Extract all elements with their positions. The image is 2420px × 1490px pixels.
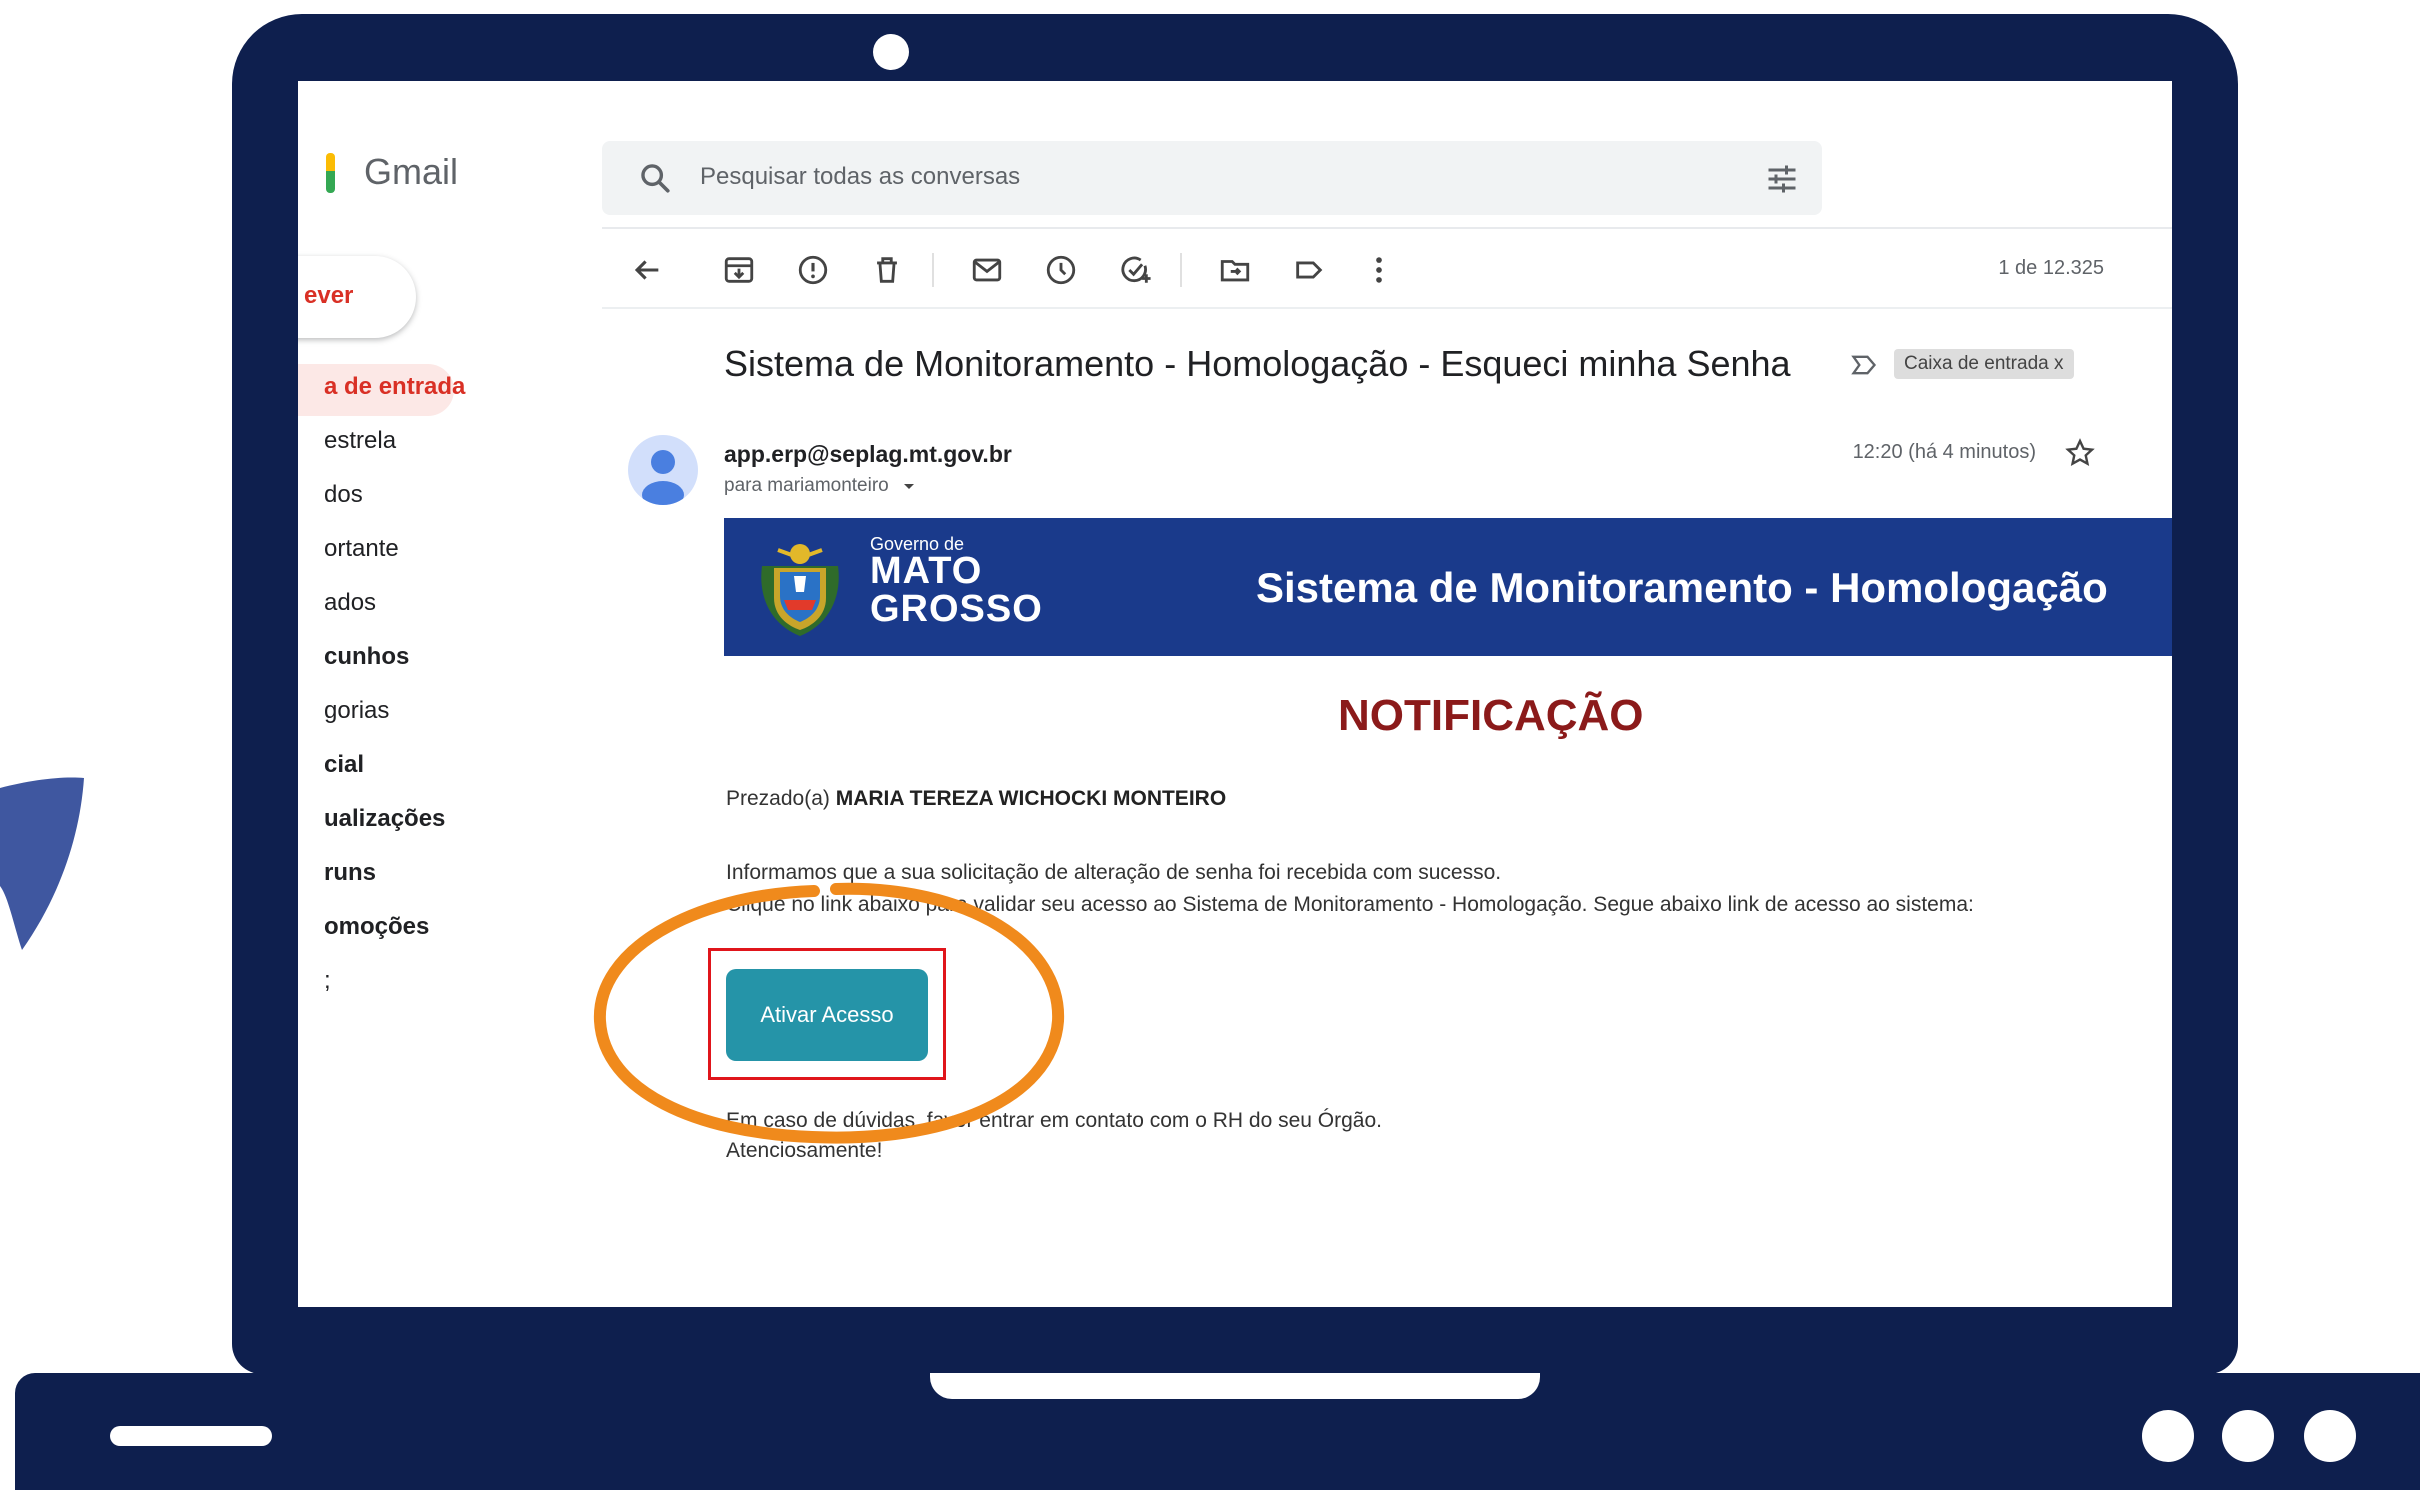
add-task-icon[interactable] — [1118, 253, 1152, 287]
sidebar-item-sent[interactable]: ados — [324, 589, 376, 617]
label-chip-text: Caixa de entrada — [1904, 353, 2049, 374]
archive-icon[interactable] — [722, 253, 756, 287]
orange-highlight-circle — [593, 882, 1065, 1144]
sender-avatar — [628, 435, 698, 505]
move-to-icon[interactable] — [1218, 253, 1252, 287]
search-placeholder[interactable]: Pesquisar todas as conversas — [700, 163, 1020, 191]
label-chip-close-icon[interactable]: x — [2054, 353, 2064, 374]
laptop-base-bar — [110, 1426, 272, 1446]
compose-label: ever — [304, 282, 354, 309]
laptop-camera — [873, 34, 909, 70]
report-spam-icon[interactable] — [796, 253, 830, 287]
laptop-dot — [2304, 1410, 2356, 1462]
greeting-line: Prezado(a) MARIA TEREZA WICHOCKI MONTEIR… — [726, 787, 1226, 811]
header-divider — [602, 227, 2172, 229]
importance-marker-icon[interactable] — [1850, 351, 1878, 379]
greeting-prefix: Prezado(a) — [726, 787, 830, 810]
dropdown-caret-icon[interactable] — [902, 481, 916, 491]
toolbar-divider — [602, 307, 2172, 309]
toolbar-separator — [1180, 253, 1182, 287]
sidebar-item-promotions[interactable]: omoções — [324, 913, 429, 941]
gmail-logo-icon — [326, 153, 335, 193]
sidebar-item-inbox[interactable]: a de entrada — [324, 373, 465, 401]
banner-state-line1: MATO — [870, 550, 983, 592]
mato-grosso-coat-of-arms-icon — [761, 544, 839, 636]
greeting-recipient-name: MARIA TEREZA WICHOCKI MONTEIRO — [835, 787, 1227, 810]
email-subject: Sistema de Monitoramento - Homologação -… — [724, 343, 1791, 384]
email-banner: Governo de MATO GROSSO Sistema de Monito… — [724, 518, 2172, 656]
mark-unread-icon[interactable] — [970, 253, 1004, 287]
decorative-shape — [0, 777, 84, 950]
recipient-line[interactable]: para mariamonteiro — [724, 475, 916, 497]
notification-heading: NOTIFICAÇÃO — [1338, 691, 1644, 740]
banner-state-line2: GROSSO — [870, 588, 1043, 630]
sidebar-item-updates[interactable]: ualizações — [324, 805, 445, 833]
tune-icon[interactable] — [1764, 161, 1800, 197]
sidebar-item-starred[interactable]: estrela — [324, 427, 396, 455]
sidebar-item-categories[interactable]: gorias — [324, 697, 389, 725]
compose-button[interactable]: ever — [298, 256, 416, 338]
recipient-text: para mariamonteiro — [724, 475, 889, 496]
laptop-hinge-notch — [930, 1373, 1540, 1399]
banner-system-title: Sistema de Monitoramento - Homologação — [1256, 564, 2108, 611]
search-input[interactable]: Pesquisar todas as conversas — [602, 141, 1822, 215]
back-icon[interactable] — [630, 253, 664, 287]
sidebar-item-drafts[interactable]: cunhos — [324, 643, 409, 671]
email-timestamp: 12:20 (há 4 minutos) — [1852, 441, 2036, 463]
laptop-screen: Gmail Pesquisar todas as conversas ever … — [298, 81, 2172, 1307]
person-icon — [642, 450, 684, 505]
inbox-label-chip[interactable]: Caixa de entrada x — [1894, 349, 2074, 379]
laptop-dot — [2142, 1410, 2194, 1462]
sidebar-item-forums[interactable]: runs — [324, 859, 376, 887]
sidebar-item-more[interactable]: ; — [324, 967, 331, 995]
star-icon[interactable] — [2064, 437, 2096, 469]
sidebar-item-social[interactable]: cial — [324, 751, 364, 779]
delete-icon[interactable] — [870, 253, 904, 287]
sender-address: app.erp@seplag.mt.gov.br — [724, 441, 1012, 467]
toolbar-separator — [932, 253, 934, 287]
sidebar-item-important[interactable]: ortante — [324, 535, 399, 563]
search-icon[interactable] — [638, 161, 672, 195]
more-icon[interactable] — [1362, 253, 1396, 287]
sidebar-item-snoozed[interactable]: dos — [324, 481, 363, 509]
label-icon[interactable] — [1292, 253, 1326, 287]
snooze-icon[interactable] — [1044, 253, 1078, 287]
pagination-count: 1 de 12.325 — [1998, 257, 2104, 279]
gmail-logo-text[interactable]: Gmail — [364, 151, 458, 193]
laptop-dot — [2222, 1410, 2274, 1462]
